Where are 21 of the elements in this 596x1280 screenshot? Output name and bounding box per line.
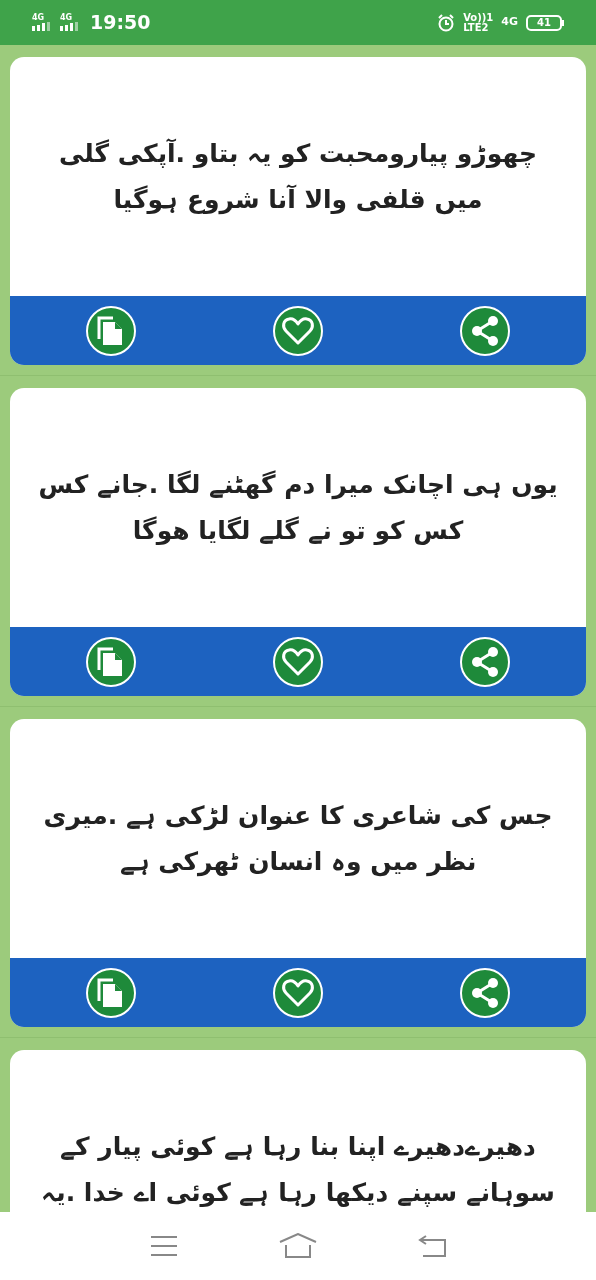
share-icon[interactable]: [460, 636, 510, 687]
battery-level: 41: [537, 17, 551, 28]
lte-label: LTE2: [463, 22, 489, 33]
network-label: 4G: [60, 14, 73, 22]
network-label: 4G: [501, 14, 518, 31]
copy-icon[interactable]: [86, 967, 136, 1018]
quote-text: چھوڑو پیارومحبت کو یہ بتاو .آپکی گلی میں قلفی والا آنا شروع ہوگیا: [59, 137, 537, 217]
clock-time: 19:50: [90, 10, 151, 36]
share-icon[interactable]: [460, 305, 510, 356]
home-icon[interactable]: [278, 1233, 318, 1259]
back-icon[interactable]: [416, 1234, 447, 1258]
quote-text: یوں ہی اچانک میرا دم گھٹنے لگا .جانے کس کس کو تو نے گلے لگایا ھوگا: [38, 468, 558, 547]
alarm-icon: [437, 13, 456, 32]
volte-label: Vo))1: [463, 12, 494, 23]
copy-icon[interactable]: [86, 636, 136, 687]
quote-text: جس کی شاعری کا عنوان لڑکی ہے .میری نظر میں وہ انسان ٹھرکی ہے: [43, 799, 553, 879]
menu-icon[interactable]: [149, 1235, 180, 1257]
quote-text: دھیرےدھیرے اپنا بنا رہا ہے کوئی پیار کے سوہانے سپنے دیکھا رہا ہے کوئی اے خدا .یہ: [41, 1130, 555, 1209]
network-label: 4G: [32, 14, 45, 22]
copy-icon[interactable]: [86, 305, 136, 356]
share-icon[interactable]: [460, 967, 510, 1018]
